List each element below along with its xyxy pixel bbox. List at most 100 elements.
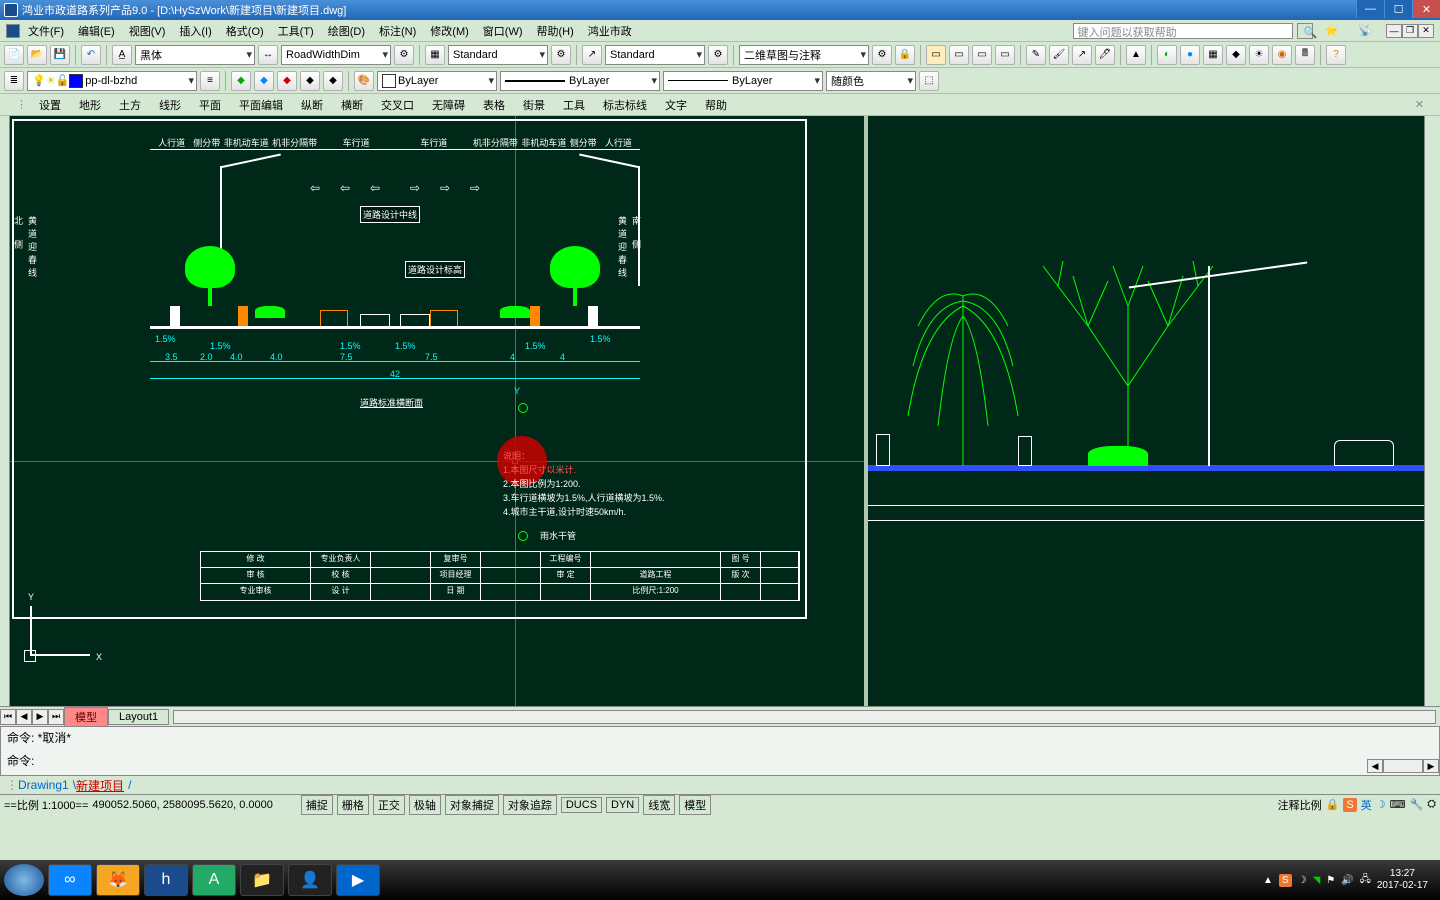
wrench-icon[interactable]: 🔧	[1409, 798, 1423, 811]
command-line[interactable]: 命令: *取消* 命令: ◀ ▶	[0, 726, 1440, 776]
tab-last-button[interactable]: ⏭	[48, 709, 64, 725]
font-dropdown[interactable]: 黑体	[135, 45, 255, 65]
color-button[interactable]: 🎨	[354, 71, 374, 91]
menu-insert[interactable]: 插入(I)	[173, 21, 217, 41]
layer-dropdown[interactable]: 💡 ☀ 🔓 pp-dl-bzhd	[27, 71, 197, 91]
tool-pencil[interactable]: ✎	[1026, 45, 1046, 65]
render1[interactable]: ◐	[1157, 45, 1177, 65]
layer-tool5[interactable]: ◆	[300, 71, 320, 91]
tab-next-button[interactable]: ▶	[32, 709, 48, 725]
toggle-osnap[interactable]: 对象捕捉	[445, 795, 499, 815]
sub-close-icon[interactable]: ✕	[1407, 96, 1432, 113]
cmd-prompt[interactable]: 命令:	[7, 752, 1433, 769]
mdi-minimize-button[interactable]: —	[1386, 24, 1402, 38]
sub-table[interactable]: 表格	[475, 95, 513, 115]
doctab-newproject[interactable]: 新建项目	[76, 777, 124, 794]
anno-scale-icon[interactable]: 🔒	[1326, 798, 1340, 811]
tray-flag-icon[interactable]: ⚑	[1326, 875, 1335, 886]
keyboard-icon[interactable]: ⌨	[1390, 798, 1406, 811]
minimize-button[interactable]: —	[1356, 0, 1384, 18]
horizontal-scrollbar[interactable]	[173, 710, 1436, 724]
sub-alignment[interactable]: 线形	[151, 95, 189, 115]
textstyle-dropdown[interactable]: Standard	[605, 45, 705, 65]
new-button[interactable]: 📄	[4, 45, 24, 65]
moon-icon[interactable]: ☽	[1376, 798, 1386, 811]
taskbar-app1[interactable]: ∞	[48, 864, 92, 896]
toggle-snap[interactable]: 捕捉	[301, 795, 333, 815]
dimstyle-dropdown[interactable]: RoadWidthDim	[281, 45, 391, 65]
dim-button[interactable]: ↔	[258, 45, 278, 65]
help-button[interactable]: ?	[1326, 45, 1346, 65]
open-button[interactable]: 📂	[27, 45, 47, 65]
toggle-ducs[interactable]: DUCS	[561, 797, 602, 813]
tray-volume-icon[interactable]: 🔊	[1341, 875, 1353, 886]
plotcolor-button[interactable]: ⬚	[919, 71, 939, 91]
tab-prev-button[interactable]: ◀	[16, 709, 32, 725]
sub-text[interactable]: 文字	[657, 95, 695, 115]
cmd-scroll-right[interactable]: ▶	[1423, 759, 1439, 773]
maximize-button[interactable]: ☐	[1384, 0, 1412, 18]
tool-spatula[interactable]: ▲	[1126, 45, 1146, 65]
help-search-input[interactable]: 键入问题以获取帮助	[1073, 23, 1293, 39]
toggle-grid[interactable]: 栅格	[337, 795, 369, 815]
menu-tools[interactable]: 工具(T)	[272, 21, 320, 41]
table-button[interactable]: ▦	[425, 45, 445, 65]
save-button[interactable]: 💾	[50, 45, 70, 65]
menu-help[interactable]: 帮助(H)	[531, 21, 580, 41]
tablestyle-dropdown[interactable]: Standard	[448, 45, 548, 65]
taskbar-app2[interactable]: 🦊	[96, 864, 140, 896]
tablestyle-edit-button[interactable]: ⚙	[551, 45, 571, 65]
taskbar-app-hongye[interactable]: h	[144, 864, 188, 896]
grip-icon[interactable]: ⋮	[6, 778, 18, 792]
toggle-ortho[interactable]: 正交	[373, 795, 405, 815]
status-scale[interactable]: ==比例 1:1000==	[4, 797, 88, 813]
doctab-drawing1[interactable]: Drawing1	[18, 778, 69, 792]
tool1[interactable]: ▭	[926, 45, 946, 65]
tab-first-button[interactable]: ⏮	[0, 709, 16, 725]
toggle-dyn[interactable]: DYN	[606, 797, 639, 813]
sub-planedit[interactable]: 平面编辑	[231, 95, 291, 115]
render6[interactable]: ◉	[1272, 45, 1292, 65]
taskbar-explorer[interactable]: 📁	[240, 864, 284, 896]
sub-help[interactable]: 帮助	[697, 95, 735, 115]
tool2[interactable]: ▭	[949, 45, 969, 65]
sub-tools[interactable]: 工具	[555, 95, 593, 115]
tray-ime-icon[interactable]: S	[1279, 874, 1292, 887]
sub-intersection[interactable]: 交叉口	[373, 95, 422, 115]
render4[interactable]: ◆	[1226, 45, 1246, 65]
sub-accessible[interactable]: 无障碍	[424, 95, 473, 115]
linetype-dropdown[interactable]: ByLayer	[500, 71, 660, 91]
render5[interactable]: ☀	[1249, 45, 1269, 65]
ws-button2[interactable]: 🔒	[895, 45, 915, 65]
menu-edit[interactable]: 编辑(E)	[72, 21, 121, 41]
close-button[interactable]: ✕	[1412, 0, 1440, 18]
tool3[interactable]: ▭	[972, 45, 992, 65]
start-button[interactable]	[4, 864, 44, 896]
color-dropdown[interactable]: ByLayer	[377, 71, 497, 91]
render3[interactable]: ▦	[1203, 45, 1223, 65]
menu-draw[interactable]: 绘图(D)	[322, 21, 371, 41]
taskbar-app3[interactable]: 👤	[288, 864, 332, 896]
model-viewport-left[interactable]: 人行道 侧分带 非机动车道 机非分隔带 车行道 车行道 机非分隔带 非机动车道 …	[10, 116, 864, 706]
favorite-icon[interactable]: ⭐	[1319, 22, 1345, 39]
sub-profile[interactable]: 纵断	[293, 95, 331, 115]
anno-scale-label[interactable]: 注释比例	[1278, 797, 1322, 813]
textstyle-edit-button[interactable]: ⚙	[708, 45, 728, 65]
plotcolor-dropdown[interactable]: 随颜色	[826, 71, 916, 91]
tool-brush[interactable]: 🖌	[1049, 45, 1069, 65]
menu-format[interactable]: 格式(O)	[220, 21, 270, 41]
layer-tool2[interactable]: ◆	[231, 71, 251, 91]
sub-settings[interactable]: 设置	[31, 95, 69, 115]
toggle-model[interactable]: 模型	[679, 795, 711, 815]
tab-model[interactable]: 模型	[64, 707, 108, 727]
mdi-close-button[interactable]: ✕	[1418, 24, 1434, 38]
sub-earthwork[interactable]: 土方	[111, 95, 149, 115]
sub-marking[interactable]: 标志标线	[595, 95, 655, 115]
toggle-polar[interactable]: 极轴	[409, 795, 441, 815]
toggle-otrack[interactable]: 对象追踪	[503, 795, 557, 815]
undo-button[interactable]: ↶	[81, 45, 101, 65]
taskbar-clock[interactable]: 13:27 2017-02-17	[1377, 868, 1436, 892]
layer-tool1[interactable]: ≡	[200, 71, 220, 91]
taskbar-app4[interactable]: ▶	[336, 864, 380, 896]
sub-plan[interactable]: 平面	[191, 95, 229, 115]
